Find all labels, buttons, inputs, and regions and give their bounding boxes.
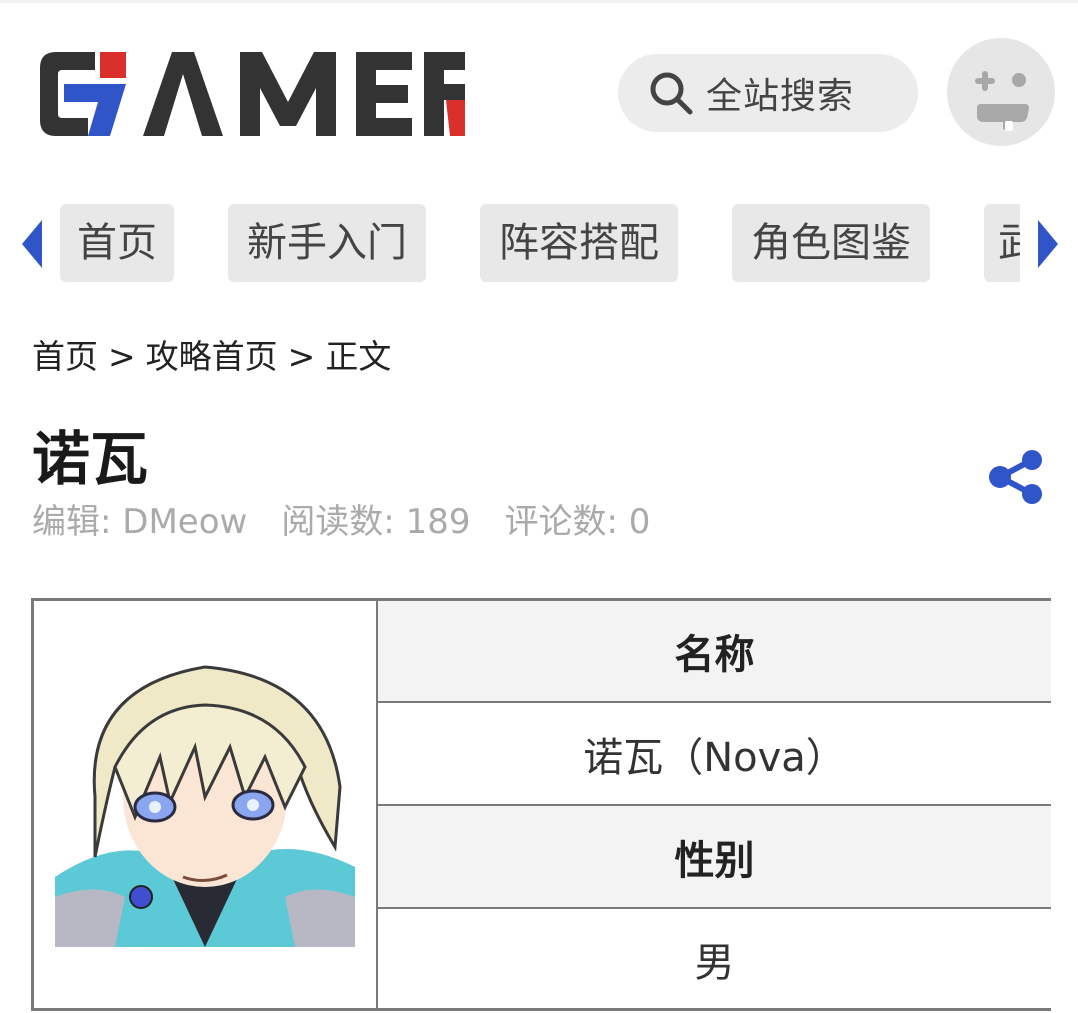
tab-team-builds[interactable]: 阵容搭配: [480, 204, 678, 282]
info-value-name: 诺瓦（Nova）: [378, 703, 1051, 806]
site-search[interactable]: 全站搜索: [618, 54, 918, 132]
nav-tabs-viewport: 首页 新手入门 阵容搭配 角色图鉴 武: [60, 202, 1020, 284]
user-avatar-icon[interactable]: [947, 38, 1055, 146]
article-editor: 编辑: DMeow: [32, 502, 248, 542]
breadcrumb-current: 正文: [325, 337, 392, 376]
category-nav: 首页 新手入门 阵容搭配 角色图鉴 武: [0, 202, 1078, 284]
tab-beginner-guide[interactable]: 新手入门: [228, 204, 426, 282]
info-value-gender: 男: [378, 909, 1051, 1008]
tab-home[interactable]: 首页: [60, 204, 174, 282]
article-read-count: 阅读数: 189: [281, 502, 471, 542]
search-placeholder: 全站搜索: [706, 76, 855, 117]
character-info-table: 名称 诺瓦（Nova） 性别 男: [31, 598, 1051, 1011]
info-header-name: 名称: [378, 601, 1051, 703]
article-meta: 编辑: DMeow 阅读数: 189 评论数: 0: [32, 494, 684, 543]
breadcrumb-separator: >: [287, 337, 316, 376]
search-icon: [650, 72, 693, 115]
article-title: 诺瓦: [32, 425, 149, 493]
gamer-logo[interactable]: [40, 52, 465, 136]
article-comment-count[interactable]: 评论数: 0: [504, 502, 650, 542]
nav-right-arrow-icon[interactable]: [1036, 220, 1058, 268]
breadcrumb-separator: >: [108, 337, 136, 376]
character-portrait: [55, 647, 355, 947]
breadcrumb-home[interactable]: 首页: [32, 337, 98, 376]
breadcrumb-guide-home[interactable]: 攻略首页: [146, 337, 278, 376]
share-icon[interactable]: [986, 448, 1046, 506]
tab-character-wiki[interactable]: 角色图鉴: [732, 204, 930, 282]
top-divider: [0, 0, 1078, 3]
info-header-gender: 性别: [378, 806, 1051, 909]
breadcrumb: 首页 > 攻略首页 > 正文: [32, 330, 391, 378]
portrait-cell: [34, 601, 378, 1008]
nav-left-arrow-icon[interactable]: [22, 220, 44, 268]
tab-weapons[interactable]: 武: [984, 204, 1020, 282]
